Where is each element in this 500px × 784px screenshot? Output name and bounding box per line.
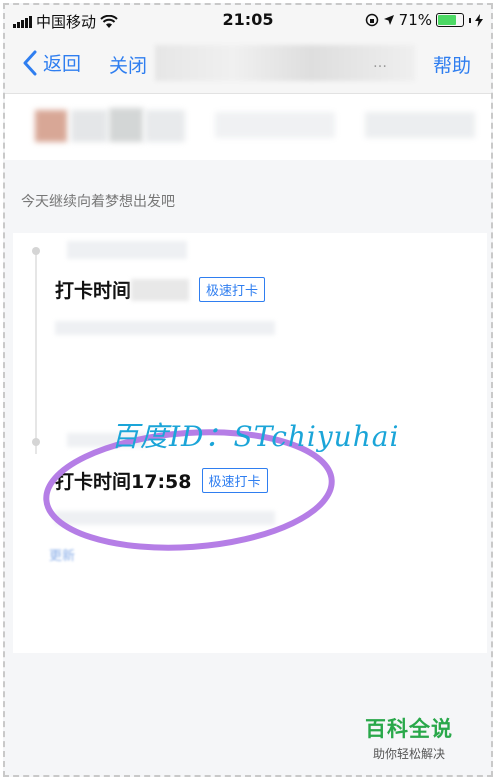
battery-icon bbox=[436, 13, 464, 27]
brand-title: 百科全说 bbox=[365, 717, 453, 741]
update-link[interactable]: 更新 bbox=[49, 545, 75, 564]
battery-percent: 71% bbox=[398, 11, 432, 29]
nav-title-suffix: … bbox=[373, 55, 387, 71]
status-bar: 中国移动 21:05 71% bbox=[5, 5, 491, 35]
charging-icon bbox=[475, 13, 483, 27]
blurred-text bbox=[67, 241, 187, 259]
timeline-line bbox=[35, 249, 37, 454]
timeline-dot bbox=[32, 438, 40, 446]
back-label: 返回 bbox=[43, 53, 82, 75]
punch-record-1: 打卡时间 极速打卡 bbox=[55, 276, 266, 303]
blurred-location bbox=[55, 321, 275, 335]
motto-text: 今天继续向着梦想出发吧 bbox=[21, 194, 175, 210]
blurred-block bbox=[71, 110, 107, 142]
help-button[interactable]: 帮助 bbox=[433, 51, 471, 78]
watermark-text: 百度ID：STchiyuhai bbox=[111, 420, 400, 453]
blurred-time bbox=[131, 278, 190, 301]
location-icon bbox=[383, 15, 394, 25]
fast-punch-tag[interactable]: 极速打卡 bbox=[199, 277, 266, 302]
punch-time-label: 打卡时间 bbox=[55, 276, 131, 303]
chevron-left-icon bbox=[23, 50, 37, 75]
brand-logo: 百科全说 助你轻松解决 bbox=[365, 713, 453, 762]
timeline-dot bbox=[32, 247, 40, 255]
nav-bar: 返回 关闭 … 帮助 bbox=[5, 35, 491, 94]
profile-header bbox=[5, 94, 491, 160]
back-button[interactable]: 返回 bbox=[23, 49, 81, 76]
avatar bbox=[35, 110, 67, 142]
orientation-lock-icon bbox=[365, 13, 378, 27]
battery-fill bbox=[438, 15, 457, 25]
battery-cap bbox=[469, 17, 471, 23]
blurred-block bbox=[365, 112, 475, 138]
blurred-block bbox=[109, 108, 143, 142]
blurred-block bbox=[215, 112, 335, 138]
punch-label-text: 打卡时间 bbox=[55, 280, 132, 302]
screenshot-frame: 中国移动 21:05 71% 返回 关闭 … 帮助 今天继续向着梦想出发吧 打卡… bbox=[3, 3, 493, 777]
status-right: 71% bbox=[365, 11, 483, 29]
brand-subtitle: 助你轻松解决 bbox=[372, 747, 445, 761]
blurred-block bbox=[145, 110, 185, 142]
close-button[interactable]: 关闭 bbox=[109, 51, 147, 78]
